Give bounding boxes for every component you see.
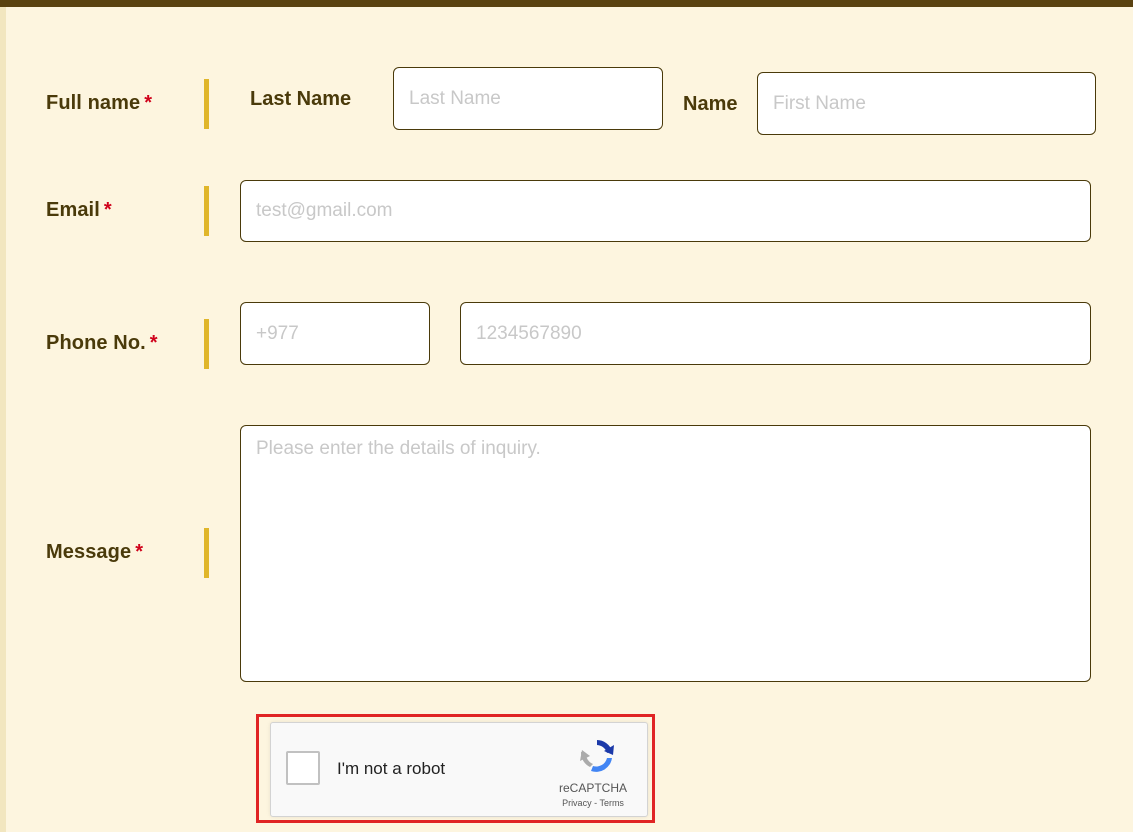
recaptcha-widget: I'm not a robot reCAPTCHA Privacy - Term… (270, 722, 648, 817)
captcha-link-separator: - (594, 798, 598, 808)
email-label-text: Email (46, 199, 100, 221)
country-code-input[interactable] (240, 302, 430, 365)
message-label: Message * (46, 541, 143, 564)
captcha-checkbox[interactable] (286, 751, 320, 785)
full-name-label: Full name * (46, 92, 152, 115)
captcha-terms-link[interactable]: Terms (599, 798, 624, 808)
label-divider (204, 186, 209, 236)
top-border-bar (0, 0, 1133, 7)
phone-label: Phone No. * (46, 332, 158, 355)
captcha-brand: reCAPTCHA (558, 781, 627, 795)
required-mark: * (135, 541, 144, 563)
last-name-label: Last Name (250, 88, 352, 110)
email-input[interactable] (240, 180, 1091, 242)
required-mark: * (103, 199, 112, 221)
captcha-privacy-link[interactable]: Privacy (562, 798, 592, 808)
message-label-text: Message (46, 541, 132, 563)
label-divider (204, 79, 209, 129)
required-mark: * (149, 332, 158, 354)
label-divider (204, 528, 209, 578)
captcha-label: I'm not a robot (337, 759, 446, 778)
captcha-links: Privacy - Terms (541, 798, 645, 808)
full-name-label-text: Full name (46, 92, 141, 114)
last-name-input[interactable] (393, 67, 663, 130)
first-name-input[interactable] (757, 72, 1096, 135)
email-label: Email * (46, 199, 112, 222)
recaptcha-logo-icon (580, 740, 614, 772)
phone-label-text: Phone No. (46, 332, 146, 354)
phone-number-input[interactable] (460, 302, 1091, 365)
label-divider (204, 319, 209, 369)
first-name-label: Name (683, 93, 738, 115)
required-mark: * (144, 92, 153, 114)
message-textarea[interactable] (240, 425, 1091, 682)
